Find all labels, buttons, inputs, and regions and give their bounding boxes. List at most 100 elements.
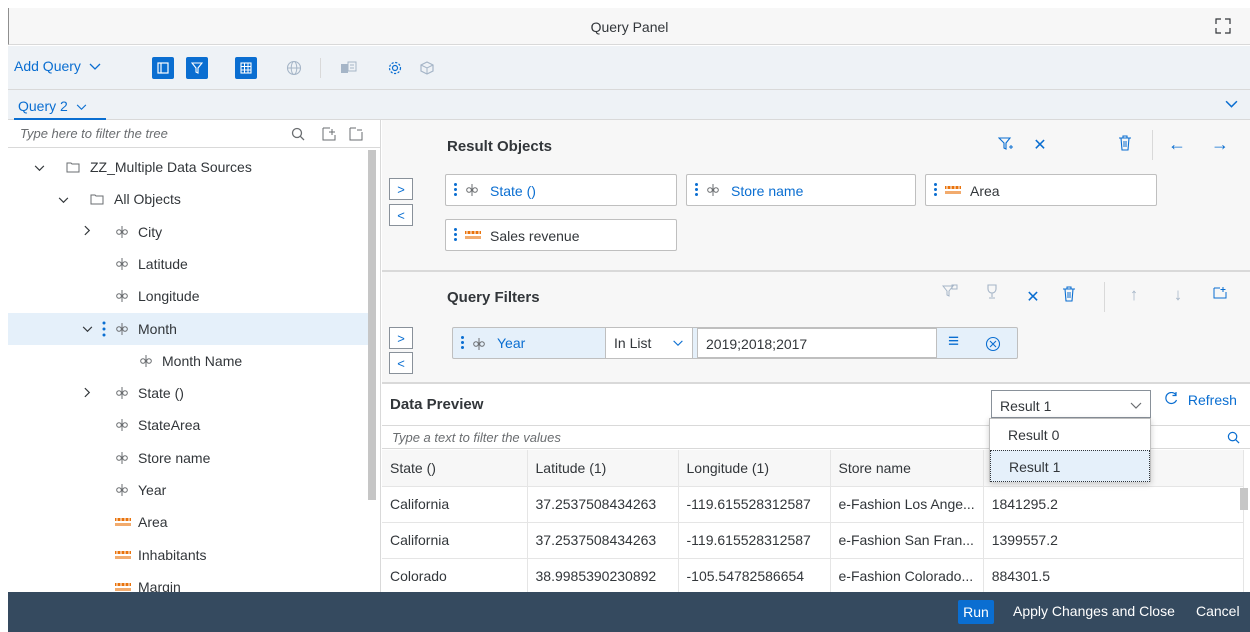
tree-node[interactable]: Store name	[8, 442, 373, 474]
table-scrollbar[interactable]	[1240, 488, 1248, 510]
value-list-icon[interactable]: ≡	[948, 331, 959, 353]
toggle-filter-button[interactable]	[186, 57, 208, 79]
add-to-results-button[interactable]: >	[389, 178, 413, 200]
run-button[interactable]: Run	[958, 600, 994, 624]
clear-icon[interactable]	[985, 336, 1001, 352]
table-body: California 37.2537508434263 -119.615528312…	[382, 486, 1244, 595]
apply-changes-button[interactable]: Apply Changes and Close	[1013, 603, 1175, 619]
add-subquery-icon[interactable]	[940, 284, 960, 303]
dropdown-option-result-1[interactable]: Result 1	[990, 450, 1150, 482]
move-up-icon[interactable]: ↑	[1124, 285, 1144, 305]
remove-from-results-button[interactable]: <	[389, 204, 413, 226]
result-object-chip[interactable]: State ()	[445, 174, 677, 206]
chevron-right-icon[interactable]	[80, 386, 94, 401]
result-select[interactable]: Result 1	[991, 390, 1151, 418]
result-object-chip[interactable]: Store name	[686, 174, 916, 206]
result-object-chip[interactable]: Sales revenue	[445, 219, 677, 251]
remove-from-filters-button[interactable]: <	[389, 352, 413, 374]
object-tree-panel: Type here to filter the tree ZZ_Multiple…	[8, 120, 381, 595]
table-cell: California	[382, 486, 528, 523]
tree-node[interactable]: StateArea	[8, 409, 373, 441]
remove-filter-icon[interactable]: ✕	[1023, 287, 1043, 307]
tree-filter-input[interactable]: Type here to filter the tree	[20, 126, 168, 141]
tree-node[interactable]: Latitude	[8, 248, 373, 280]
toggle-preview-button[interactable]	[235, 57, 257, 79]
chevron-down-icon	[89, 63, 101, 70]
table-cell: 38.9985390230892	[527, 558, 679, 595]
tree-node[interactable]: State ()	[8, 377, 373, 409]
add-query-label: Add Query	[14, 58, 81, 74]
tree-node[interactable]: All Objects	[8, 183, 373, 215]
drag-handle[interactable]	[461, 336, 465, 352]
toggle-tree-button[interactable]	[152, 57, 174, 79]
column-header[interactable]: Latitude (1)	[527, 450, 679, 487]
search-icon[interactable]	[1227, 431, 1240, 444]
filter-value-input[interactable]: 2019;2018;2017	[697, 328, 937, 358]
tree-node[interactable]: Month	[8, 312, 373, 345]
folder-icon	[90, 192, 104, 208]
combined-query-button[interactable]	[338, 57, 360, 79]
table-cell: 1399557.2	[983, 522, 1244, 559]
add-ranking-icon[interactable]	[982, 284, 1002, 305]
delete-icon[interactable]	[1115, 135, 1135, 156]
move-left-icon[interactable]: ←	[1167, 134, 1187, 155]
add-filter-icon[interactable]	[996, 136, 1016, 157]
column-header[interactable]: Longitude (1)	[678, 450, 831, 487]
drag-handle-icon[interactable]	[102, 321, 106, 340]
tree-node[interactable]: Month Name	[8, 345, 373, 377]
tree-node[interactable]: ZZ_Multiple Data Sources	[8, 151, 373, 183]
drag-handle[interactable]	[934, 183, 938, 199]
refresh-button[interactable]: Refresh	[1164, 391, 1237, 408]
toolbar-separator	[1152, 130, 1153, 160]
tree-node[interactable]: Area	[8, 506, 373, 538]
tree-node[interactable]: Inhabitants	[8, 539, 373, 571]
chevron-down-icon[interactable]	[56, 192, 70, 207]
move-right-icon[interactable]: →	[1210, 134, 1230, 155]
add-to-filters-button[interactable]: >	[389, 327, 413, 349]
chevron-down-icon[interactable]	[32, 160, 46, 175]
collapse-all-icon[interactable]	[348, 126, 364, 142]
add-subfilter-icon[interactable]	[1210, 285, 1230, 306]
chip-label: Area	[970, 183, 1000, 199]
settings-button[interactable]	[384, 57, 406, 79]
column-header[interactable]: State ()	[382, 450, 528, 487]
table-cell: 884301.5	[983, 558, 1244, 595]
values-filter-input[interactable]: Type a text to filter the values	[392, 430, 561, 445]
combined-query-icon	[341, 61, 357, 73]
table-icon	[240, 62, 252, 74]
collapse-tabs-icon[interactable]	[1225, 100, 1238, 109]
tree-node[interactable]: Year	[8, 474, 373, 506]
query-filters-panel: Query Filters ✕ ↑ ↓ > < Year In List 201…	[382, 272, 1250, 382]
result-object-chip[interactable]: Area	[925, 174, 1157, 206]
measure-icon	[114, 515, 132, 531]
expand-icon[interactable]	[1214, 17, 1232, 35]
tree-node[interactable]: Longitude	[8, 280, 373, 312]
chevron-down-icon[interactable]	[80, 321, 94, 336]
table-cell: e-Fashion Colorado...	[830, 558, 984, 595]
expand-all-icon[interactable]	[321, 126, 337, 142]
data-source-button[interactable]	[416, 57, 438, 79]
table-row: California 37.2537508434263 -119.615528312…	[382, 522, 1244, 559]
result-select-value: Result 1	[1000, 398, 1052, 414]
tab-query-2[interactable]: Query 2	[18, 98, 87, 114]
column-header[interactable]: Store name	[830, 450, 984, 487]
measure-icon	[464, 228, 482, 244]
globe-button[interactable]	[283, 57, 305, 79]
chevron-right-icon[interactable]	[80, 224, 94, 239]
drag-handle[interactable]	[454, 183, 458, 199]
dropdown-option-result-0[interactable]: Result 0	[990, 419, 1150, 451]
add-query-button[interactable]: Add Query	[14, 58, 101, 74]
tree-node[interactable]: City	[8, 216, 373, 248]
drag-handle[interactable]	[454, 228, 458, 244]
search-icon[interactable]	[291, 127, 305, 141]
table-cell: e-Fashion San Fran...	[830, 522, 984, 559]
tree-node-label: Month Name	[162, 352, 243, 369]
move-down-icon[interactable]: ↓	[1168, 285, 1188, 305]
drag-handle[interactable]	[695, 183, 699, 199]
tree-scrollbar[interactable]	[368, 150, 376, 500]
operator-select[interactable]: In List	[605, 328, 693, 358]
tree-node-label: ZZ_Multiple Data Sources	[90, 159, 252, 175]
cancel-button[interactable]: Cancel	[1196, 603, 1240, 619]
remove-icon[interactable]: ✕	[1030, 135, 1050, 155]
delete-filter-icon[interactable]	[1059, 286, 1079, 307]
